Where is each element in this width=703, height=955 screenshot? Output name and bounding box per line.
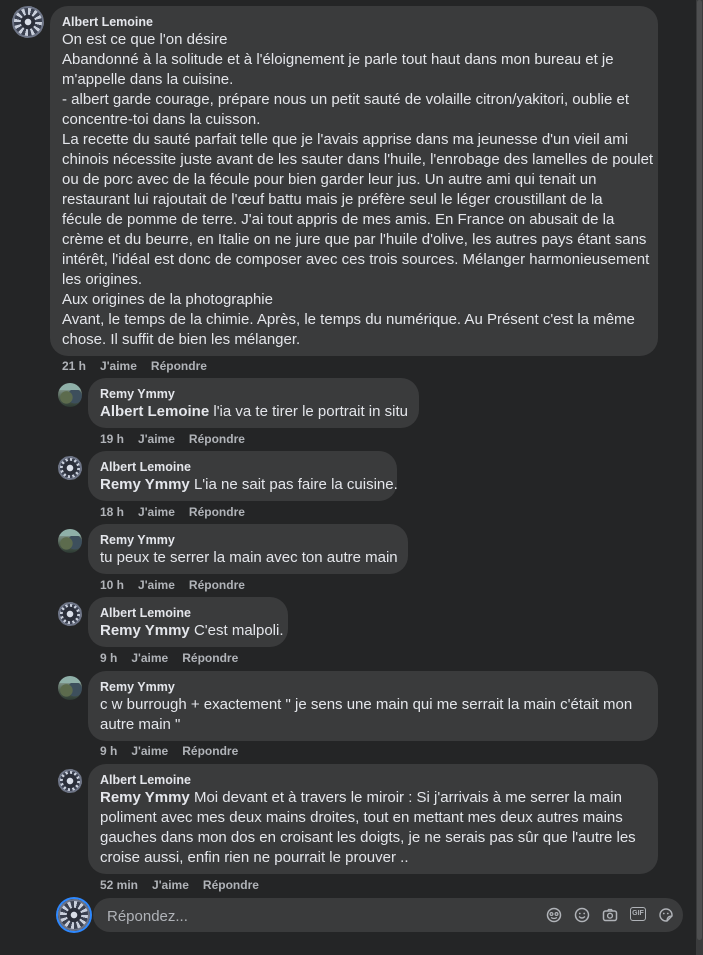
text-line: fécule de pomme de terre. J'ai tout appr… [62,211,615,228]
comment-bubble: Albert Lemoine Remy Ymmy Moi devant et à… [88,764,658,874]
comment-author[interactable]: Albert Lemoine [100,605,276,621]
text-line: m'appelle dans la cuisine. [62,71,234,88]
avatar[interactable] [58,676,82,700]
like-button[interactable]: J'aime [138,505,175,519]
text-line: ou de porc avec de la fécule pour bien g… [62,171,597,188]
text-line: gauches dans mon dos en croisant les doi… [100,829,636,846]
reply-composer[interactable]: GIF [93,898,683,934]
comment-text: tu peux te serrer la main avec ton autre… [100,548,398,568]
avatar-sticker-icon[interactable] [546,907,562,923]
comment-author[interactable]: Albert Lemoine [62,14,646,30]
comment-bubble: Albert Lemoine On est ce que l'on désire… [50,6,658,356]
comment-text: On est ce que l'on désire Abandonné à la… [62,30,654,350]
comment-author[interactable]: Albert Lemoine [100,459,385,475]
comment-text: c w burrough + exactement " je sens une … [100,695,646,735]
comment-author[interactable]: Remy Ymmy [100,679,646,695]
like-button[interactable]: J'aime [152,878,189,892]
timestamp[interactable]: 10 h [100,578,124,592]
timestamp[interactable]: 9 h [100,651,117,665]
text-line: autre main " [100,716,181,733]
gif-icon[interactable]: GIF [630,907,646,921]
comment-author[interactable]: Albert Lemoine [100,772,646,788]
timestamp[interactable]: 52 min [100,878,138,892]
text-line: intérêt, l'idéal est donc de composer av… [62,251,650,268]
mention-link[interactable]: Remy Ymmy [100,622,190,639]
camera-icon[interactable] [602,907,618,923]
text-line: L'ia ne sait pas faire la cuisine. [193,476,398,493]
reply-button[interactable]: Répondre [151,359,207,373]
text-line: - albert garde courage, prépare nous un … [62,91,630,108]
text-line: croise aussi, enfin rien ne pourrait le … [100,849,409,866]
composer-avatar[interactable] [58,899,90,931]
reply-button[interactable]: Répondre [189,505,245,519]
comment-meta: 19 h J'aime Répondre [100,431,259,447]
comment-bubble: Remy Ymmy Albert Lemoine l'ia va te tire… [88,378,419,428]
comment-bubble: Albert Lemoine Remy Ymmy L'ia ne sait pa… [88,451,398,501]
comment-meta: 9 h J'aime Répondre [100,743,252,759]
text-line: Abandonné à la solitude et à l'éloigneme… [62,51,614,68]
comment-meta: 10 h J'aime Répondre [100,577,259,593]
comment-meta: 18 h J'aime Répondre [100,504,259,520]
text-line: c w burrough + exactement " je sens une … [100,696,633,713]
mention-link[interactable]: Remy Ymmy [100,476,190,493]
text-line: concentre-toi dans la cuisson. [62,111,261,128]
comment-bubble: Remy Ymmy c w burrough + exactement " je… [88,671,658,741]
text-line: chose. Il suffit de bien les mélanger. [62,331,301,348]
comment-meta: 21 h J'aime Répondre [62,358,221,374]
reply-button[interactable]: Répondre [182,744,238,758]
like-button[interactable]: J'aime [138,578,175,592]
text-line: chinois nécessite juste avant de les sau… [62,151,654,168]
comment-bubble: Albert Lemoine Remy Ymmy C'est malpoli. [88,597,288,647]
like-button[interactable]: J'aime [131,744,168,758]
timestamp[interactable]: 18 h [100,505,124,519]
comment-bubble: Remy Ymmy tu peux te serrer la main avec… [88,524,408,574]
reply-button[interactable]: Répondre [203,878,259,892]
text-line: Moi devant et à travers le miroir : Si j… [193,789,622,806]
reply-button[interactable]: Répondre [189,578,245,592]
sticker-icon[interactable] [658,907,674,923]
avatar[interactable] [12,6,44,38]
reply-button[interactable]: Répondre [189,432,245,446]
text-line: restaurant lui rajoutait de l'œuf battu … [62,191,603,208]
comment-text: Remy Ymmy L'ia ne sait pas faire la cuis… [100,475,398,495]
avatar[interactable] [58,383,82,407]
emoji-icon[interactable] [574,907,590,923]
text-line: l'ia va te tirer le portrait in situ [213,403,408,420]
reply-input[interactable] [105,898,529,934]
text-line: Aux origines de la photographie [62,291,273,308]
timestamp[interactable]: 19 h [100,432,124,446]
text-line: tu peux te serrer la main avec ton autre… [100,549,398,566]
avatar[interactable] [58,529,82,553]
timestamp[interactable]: 9 h [100,744,117,758]
text-line: poliment avec mes deux mains droites, to… [100,809,623,826]
scrollbar[interactable] [696,0,703,955]
like-button[interactable]: J'aime [100,359,137,373]
text-line: C'est malpoli. [193,622,284,639]
comment-text: Remy Ymmy Moi devant et à travers le mir… [100,788,646,868]
scrollbar-thumb[interactable] [697,0,702,940]
text-line: On est ce que l'on désire [62,31,228,48]
text-line: crème et du beurre, en Italie on ne jure… [62,231,647,248]
mention-link[interactable]: Albert Lemoine [100,403,209,420]
text-line: La recette du sauté parfait telle que je… [62,131,629,148]
like-button[interactable]: J'aime [138,432,175,446]
comment-text: Remy Ymmy C'est malpoli. [100,621,284,641]
avatar[interactable] [58,456,82,480]
avatar[interactable] [58,769,82,793]
mention-link[interactable]: Remy Ymmy [100,789,190,806]
reply-button[interactable]: Répondre [182,651,238,665]
comment-meta: 52 min J'aime Répondre [100,877,273,893]
comment-author[interactable]: Remy Ymmy [100,386,407,402]
comment-meta: 9 h J'aime Répondre [100,650,252,666]
comment-author[interactable]: Remy Ymmy [100,532,396,548]
text-line: Avant, le temps de la chimie. Après, le … [62,311,635,328]
like-button[interactable]: J'aime [131,651,168,665]
text-line: les origines. [62,271,143,288]
timestamp[interactable]: 21 h [62,359,86,373]
avatar[interactable] [58,602,82,626]
comment-text: Albert Lemoine l'ia va te tirer le portr… [100,402,408,422]
